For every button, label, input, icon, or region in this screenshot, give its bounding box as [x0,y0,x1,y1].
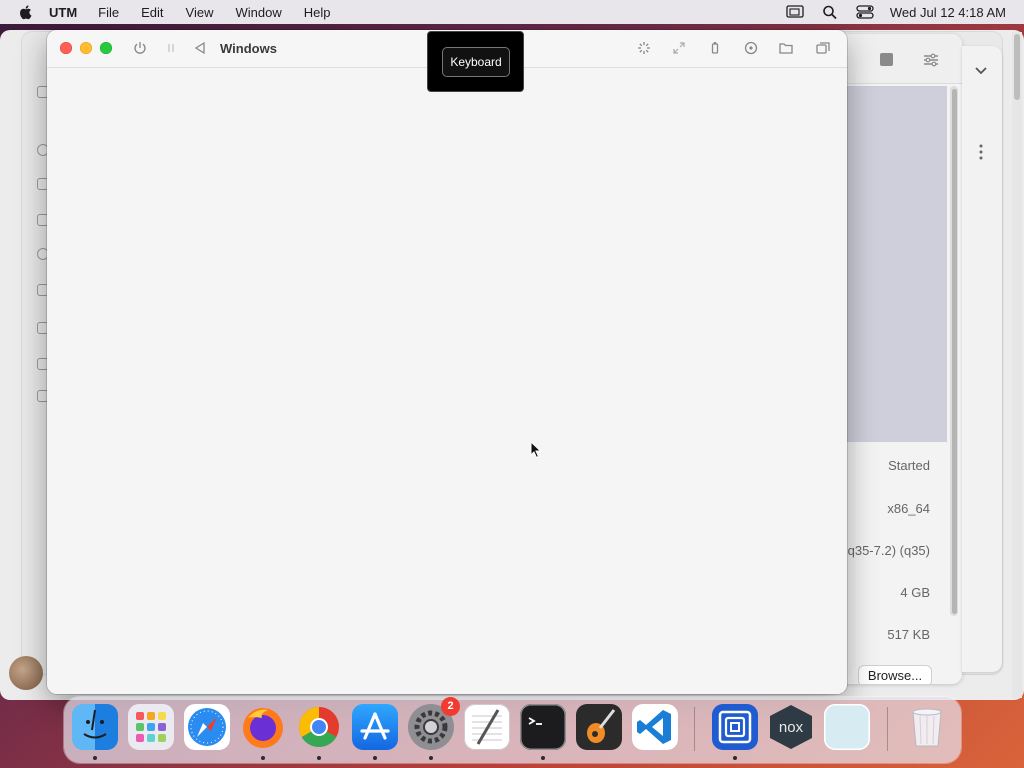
edge-scrollbar[interactable] [1012,32,1022,698]
vm-preview[interactable] [847,86,947,442]
keyboard-button[interactable]: Keyboard [442,47,510,77]
keyboard-popover: Keyboard [427,31,524,92]
windows-icon[interactable] [815,40,831,56]
settings-sliders-icon[interactable] [923,53,939,67]
power-icon[interactable] [132,40,148,56]
chrome-icon[interactable] [296,704,342,750]
shared-folder-icon[interactable] [778,40,794,56]
dock: 2 nox [64,697,961,763]
garageband-icon[interactable] [576,704,622,750]
capture-input-icon[interactable] [636,40,652,56]
notification-badge: 2 [441,697,460,716]
dock-separator [694,707,695,751]
chevron-down-icon[interactable] [974,66,988,76]
trash-icon[interactable] [904,704,950,750]
mouse-cursor-icon [530,441,542,459]
menu-file[interactable]: File [98,5,119,20]
finder-icon[interactable] [72,704,118,750]
menu-bar: UTM File Edit View Window Help Wed Jul 1… [0,0,1024,24]
utm-icon[interactable] [712,704,758,750]
vm-details-window: Started x86_64 q35-7.2) (q35) 4 GB 517 K… [832,34,962,684]
browse-button[interactable]: Browse... [859,666,931,684]
size-value: 517 KB [887,627,930,642]
menu-edit[interactable]: Edit [141,5,163,20]
menu-view[interactable]: View [186,5,214,20]
safari-icon[interactable] [184,704,230,750]
running-indicator [261,756,265,760]
stop-icon[interactable] [880,53,893,66]
menu-help[interactable]: Help [304,5,331,20]
nox-label: nox [779,719,804,736]
control-center-icon[interactable] [856,4,874,20]
running-indicator [733,756,737,760]
dock-separator [887,707,888,751]
running-indicator [93,756,97,760]
scrollbar-thumb[interactable] [952,89,957,614]
drive-icon[interactable] [743,40,759,56]
screen-mirroring-icon[interactable] [786,4,804,20]
vm-display-area[interactable] [47,68,847,694]
details-toolbar [832,34,962,84]
side-window [962,46,1002,672]
textedit-icon[interactable] [464,704,510,750]
preview-app-icon[interactable] [824,704,870,750]
edge-scrollbar-thumb[interactable] [1014,34,1020,100]
vm-window-title: Windows [220,41,277,56]
menu-window[interactable]: Window [235,5,281,20]
spotlight-search-icon[interactable] [821,4,839,20]
close-button[interactable] [60,42,72,54]
more-options-icon[interactable] [979,144,983,160]
machine-value: q35-7.2) (q35) [847,543,930,558]
running-indicator [317,756,321,760]
menu-extras: Wed Jul 12 4:18 AM [769,0,1006,24]
firefox-icon[interactable] [240,704,286,750]
user-avatar [9,656,43,690]
status-value: Started [888,458,930,473]
resize-icon[interactable] [671,40,687,56]
usb-icon[interactable] [707,40,723,56]
system-settings-icon[interactable]: 2 [408,697,460,750]
app-store-icon[interactable] [352,704,398,750]
vm-display-window: Windows [47,30,847,694]
menu-clock[interactable]: Wed Jul 12 4:18 AM [890,5,1006,20]
architecture-value: x86_64 [887,501,930,516]
vscode-icon[interactable] [632,704,678,750]
apple-menu-icon[interactable] [17,3,35,21]
maximize-button[interactable] [100,42,112,54]
running-indicator [373,756,377,760]
menu-app-name[interactable]: UTM [49,5,77,20]
running-indicator [541,756,545,760]
terminal-icon[interactable] [520,704,566,750]
pause-icon[interactable] [163,40,179,56]
memory-value: 4 GB [900,585,930,600]
nox-player-icon[interactable]: nox [768,704,814,750]
launchpad-icon[interactable] [128,704,174,750]
minimize-button[interactable] [80,42,92,54]
running-indicator [429,756,433,760]
restart-icon[interactable] [192,40,208,56]
